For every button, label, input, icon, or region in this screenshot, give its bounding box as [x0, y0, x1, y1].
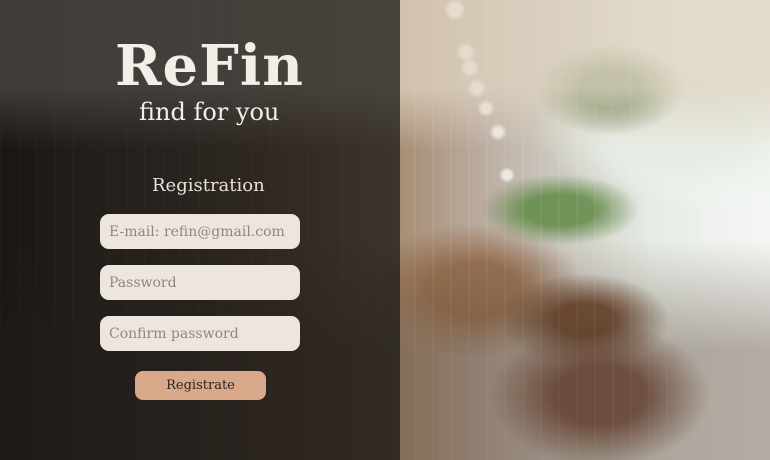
confirm-password-field-container[interactable]: [100, 316, 300, 351]
brand-tagline: find for you: [139, 98, 280, 126]
email-field-container[interactable]: [100, 214, 300, 249]
brand-logo: ReFin: [115, 33, 304, 99]
registration-title: Registration: [152, 175, 265, 196]
password-field[interactable]: [109, 274, 291, 291]
email-field[interactable]: [109, 223, 291, 240]
password-field-container[interactable]: [100, 265, 300, 300]
registration-panel: ReFin find for you Registration Registra…: [0, 0, 400, 460]
confirm-password-field[interactable]: [109, 325, 291, 342]
register-button[interactable]: Registrate: [135, 371, 266, 400]
